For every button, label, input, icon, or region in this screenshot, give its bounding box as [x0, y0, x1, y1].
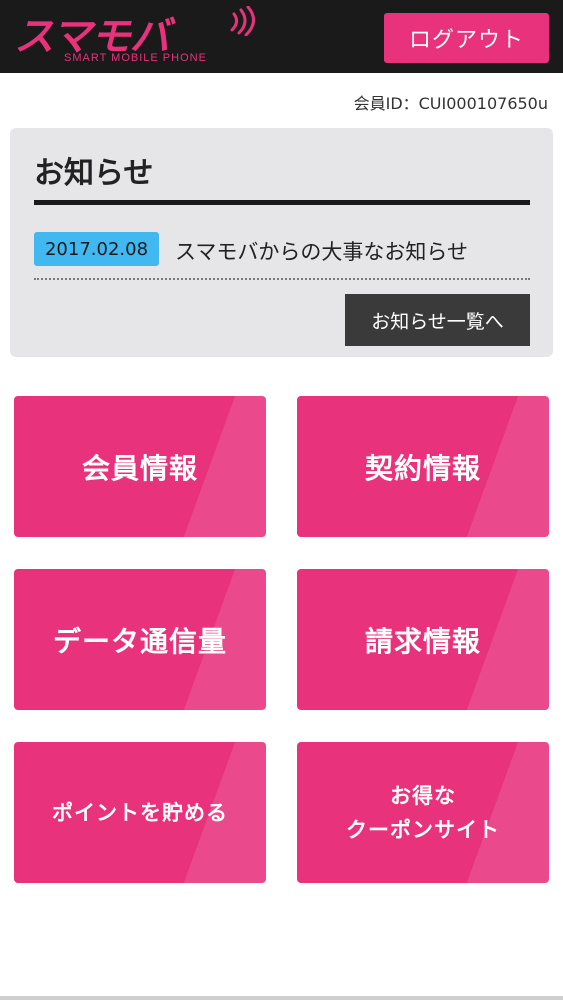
points-button[interactable]: ポイントを貯める — [14, 742, 266, 883]
news-item-link[interactable]: スマモバからの大事なお知らせ — [175, 236, 468, 266]
member-id-label: 会員ID：CUI000107650u — [353, 94, 548, 113]
news-date-badge: 2017.02.08 — [34, 232, 159, 266]
news-dotted-divider — [34, 278, 530, 280]
billing-info-label: 請求情報 — [364, 624, 481, 658]
app-header: スマモバ SMART MOBILE PHONE ログアウト — [0, 0, 563, 73]
coupon-label-line1: お得な — [390, 783, 456, 808]
data-usage-button[interactable]: データ通信量 — [14, 569, 266, 710]
coupon-label-line2: クーポンサイト — [346, 817, 500, 842]
logout-button[interactable]: ログアウト — [384, 13, 549, 63]
member-info-label: 会員情報 — [81, 451, 198, 485]
signal-wave-icon — [230, 6, 255, 36]
billing-info-button[interactable]: 請求情報 — [297, 569, 549, 710]
bottom-divider — [0, 996, 563, 1000]
coupon-label: お得な クーポンサイト — [346, 779, 500, 847]
news-panel: お知らせ 2017.02.08 スマモバからの大事なお知らせ お知らせ一覧へ — [10, 128, 553, 357]
logo-tagline: SMART MOBILE PHONE — [64, 52, 207, 64]
points-label: ポイントを貯める — [52, 800, 228, 825]
smamoba-logo[interactable]: スマモバ SMART MOBILE PHONE — [14, 6, 255, 68]
member-info-button[interactable]: 会員情報 — [14, 396, 266, 537]
coupon-site-button[interactable]: お得な クーポンサイト — [297, 742, 549, 883]
contract-info-button[interactable]: 契約情報 — [297, 396, 549, 537]
news-divider — [34, 200, 530, 205]
contract-info-label: 契約情報 — [364, 451, 481, 485]
news-list-button[interactable]: お知らせ一覧へ — [345, 294, 530, 346]
data-usage-label: データ通信量 — [52, 624, 227, 658]
news-title: お知らせ — [34, 156, 154, 191]
